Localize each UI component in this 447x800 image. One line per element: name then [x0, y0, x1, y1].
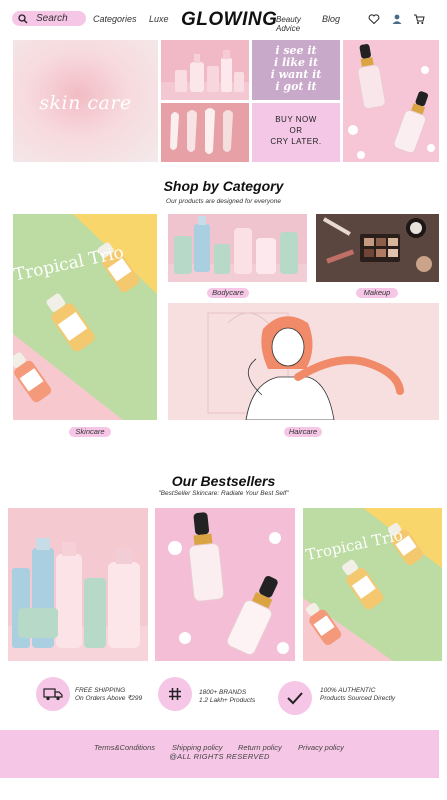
serum-bottles-illustration	[168, 512, 289, 656]
hero-quote-image[interactable]: i see it i like it i want it i got it	[252, 40, 340, 100]
nav-categories[interactable]: Categories	[93, 14, 137, 24]
feature-brands-detail: 1.2 Lakh+ Products	[199, 697, 256, 704]
nav-beauty-advice[interactable]: Beauty Advice	[276, 15, 301, 33]
site-footer: Terms&Conditions Shipping policy Return …	[0, 730, 439, 778]
category-skincare-image[interactable]: Tropical Trio	[13, 214, 157, 420]
cart-icon[interactable]	[413, 13, 425, 25]
footer-link-shipping[interactable]: Shipping policy	[172, 743, 222, 752]
skin-care-text: skin care	[39, 92, 132, 114]
hashtag-icon	[169, 688, 181, 700]
feature-brands-title: 1800+ BRANDS	[199, 689, 247, 696]
hero-skin-care-banner[interactable]: skin care	[13, 40, 158, 162]
footer-link-terms[interactable]: Terms&Conditions	[94, 743, 155, 752]
category-skincare-label[interactable]: Skincare	[69, 427, 111, 437]
nav-blog[interactable]: Blog	[322, 14, 340, 24]
search-input[interactable]: Search	[36, 13, 68, 24]
nav-beauty-advice-line1: Beauty	[276, 15, 301, 24]
buy-line-1: BUY NOW	[275, 115, 317, 124]
feature-shipping-detail: On Orders Above ₹299	[75, 695, 143, 702]
check-icon	[287, 692, 303, 705]
quote-text: i see it i like it i want it i got it	[252, 45, 340, 93]
feature-shipping-title: FREE SHIPPING	[75, 687, 126, 694]
bestseller-serum-product[interactable]	[155, 508, 295, 661]
hero-serum-image[interactable]	[343, 40, 439, 162]
bestseller-tropical-trio-product[interactable]: Tropical Trio	[303, 508, 442, 661]
feature-brands-text: 1800+ BRANDS 1.2 Lakh+ Products	[199, 689, 255, 705]
category-section-subtitle: Our products are designed for everyone	[166, 198, 281, 205]
hero-cream-swatches-image[interactable]	[161, 103, 249, 162]
hero-buy-now-image[interactable]: BUY NOW OR CRY LATER.	[252, 103, 340, 162]
category-bodycare-label[interactable]: Bodycare	[207, 288, 249, 298]
footer-link-privacy[interactable]: Privacy policy	[298, 743, 344, 752]
bodycare-bottles-illustration	[8, 538, 148, 661]
site-header: Search Categories Luxe GLOWING Beauty Ad…	[0, 0, 447, 38]
category-haircare-image[interactable]	[168, 303, 439, 420]
category-makeup-image[interactable]	[316, 214, 439, 282]
makeup-products-illustration	[316, 214, 439, 282]
footer-copyright: @ALL RIGHTS RESERVED	[169, 752, 270, 761]
bottles-illustration	[161, 50, 249, 100]
site-logo[interactable]: GLOWING	[181, 9, 277, 31]
buy-line-3: CRY LATER.	[270, 137, 322, 146]
bodycare-bottles-illustration	[168, 216, 307, 282]
truck-icon	[43, 688, 63, 701]
feature-shipping-text: FREE SHIPPING On Orders Above ₹299	[75, 687, 142, 703]
cream-swatches-illustration	[170, 108, 233, 154]
heart-icon[interactable]	[368, 13, 380, 25]
feature-authentic-title: 100% AUTHENTIC	[320, 687, 376, 694]
feature-brands-icon-badge	[158, 677, 192, 711]
haircare-illustration	[207, 312, 404, 420]
feature-authentic-icon-badge	[278, 681, 312, 715]
bestsellers-title: Our Bestsellers	[171, 473, 276, 489]
search-icon	[18, 13, 28, 23]
tropical-trio-illustration	[13, 214, 157, 420]
category-bodycare-image[interactable]	[168, 214, 307, 282]
bestsellers-subtitle: "BestSeller Skincare: Radiate Your Best …	[158, 490, 289, 497]
serum-bottles-illustration	[348, 44, 435, 159]
hero-bottles-image[interactable]	[161, 40, 249, 100]
search-bar[interactable]: Search	[12, 11, 86, 26]
buy-line-2: OR	[289, 126, 303, 135]
buy-now-text: BUY NOW OR CRY LATER.	[252, 114, 340, 147]
feature-shipping-icon-badge	[36, 677, 70, 711]
category-haircare-label[interactable]: Haircare	[284, 427, 322, 437]
footer-link-return[interactable]: Return policy	[238, 743, 282, 752]
nav-luxe[interactable]: Luxe	[149, 14, 169, 24]
nav-beauty-advice-line2: Advice	[276, 24, 301, 33]
category-makeup-label[interactable]: Makeup	[356, 288, 398, 298]
bestseller-bodycare-product[interactable]	[8, 508, 148, 661]
quote-line-4: i got it	[275, 80, 317, 93]
feature-authentic-detail: Products Sourced Directly	[320, 695, 396, 702]
feature-authentic-text: 100% AUTHENTIC Products Sourced Directly	[320, 687, 395, 703]
category-section-title: Shop by Category	[163, 178, 284, 194]
user-icon[interactable]	[391, 13, 403, 25]
